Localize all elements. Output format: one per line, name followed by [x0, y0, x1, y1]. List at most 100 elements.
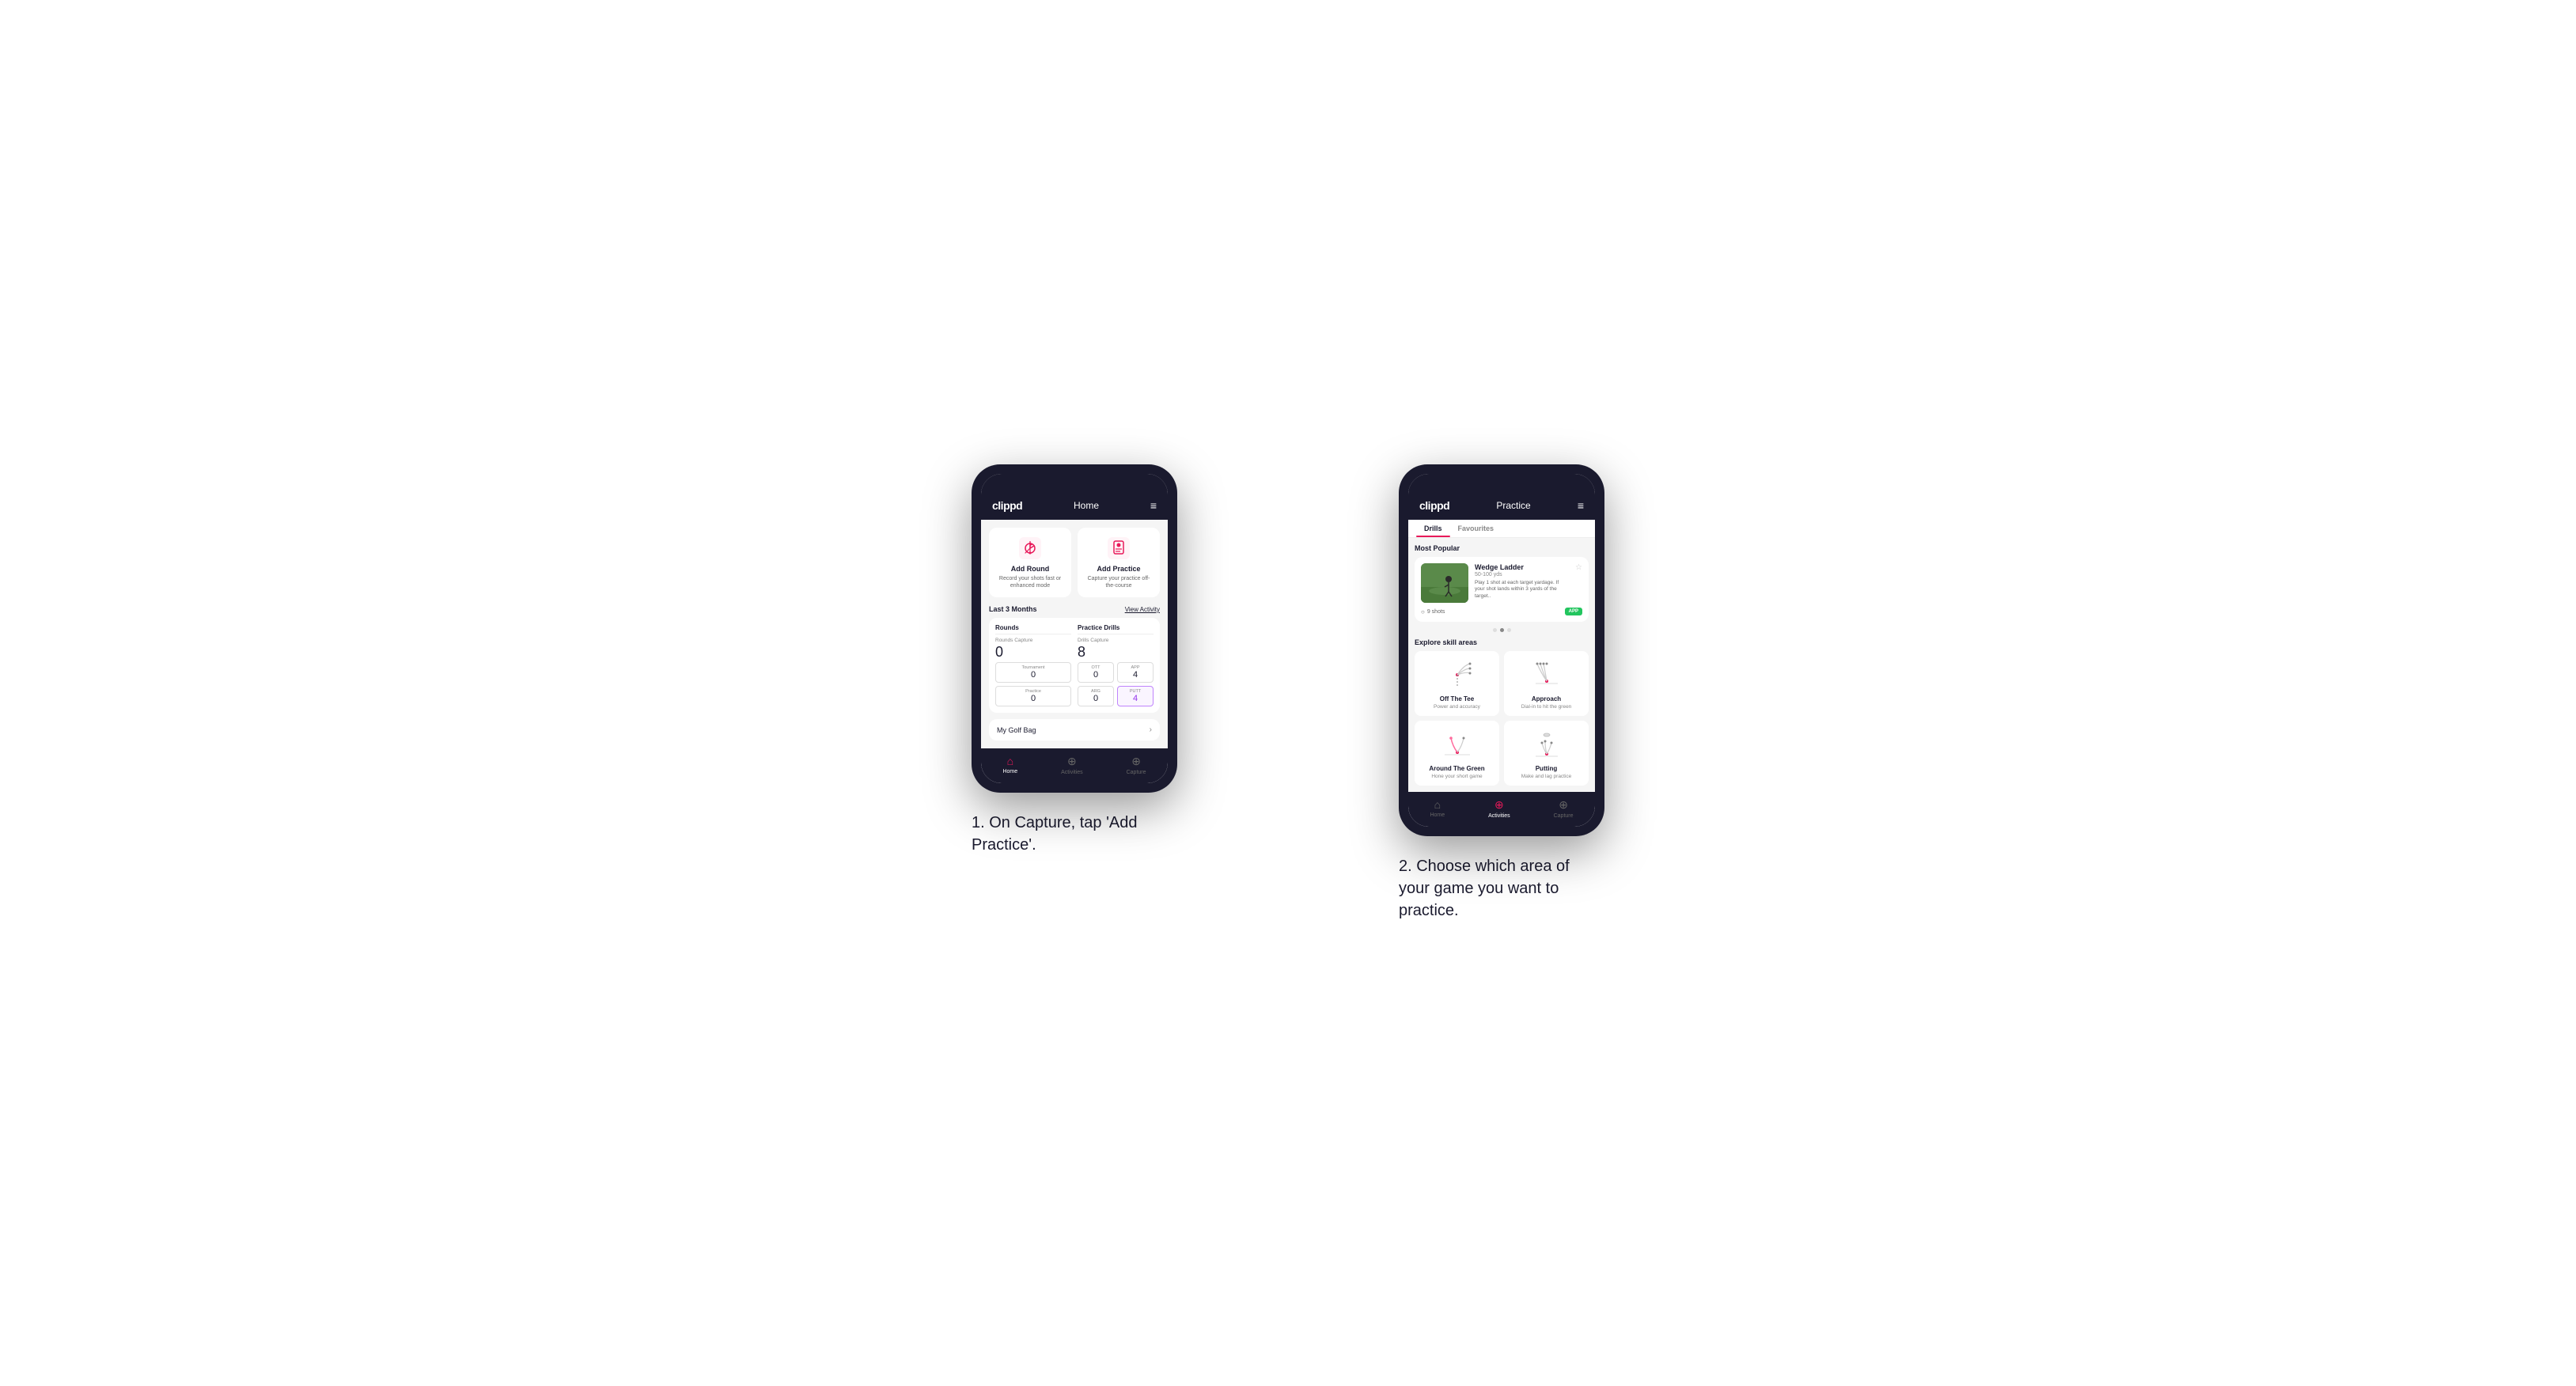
ott-icon — [1440, 657, 1475, 692]
nav-home-2[interactable]: ⌂ Home — [1430, 798, 1445, 819]
star-icon[interactable]: ☆ — [1575, 563, 1582, 572]
drills-title: Practice Drills — [1078, 624, 1154, 634]
rounds-capture-label: Rounds Capture — [995, 638, 1071, 643]
stats-section-header: Last 3 Months View Activity — [989, 605, 1160, 613]
add-practice-title: Add Practice — [1097, 565, 1140, 573]
phone-section-2: clippd Practice ≡ Drills Favourites Most… — [1320, 464, 1684, 922]
activities-icon-2: ⊕ — [1494, 798, 1504, 812]
putt-value: 4 — [1121, 694, 1150, 703]
ott-title: Off The Tee — [1440, 695, 1474, 702]
nav-home-1[interactable]: ⌂ Home — [1002, 755, 1017, 775]
featured-drill-card[interactable]: Wedge Ladder 50-100 yds Play 1 shot at e… — [1415, 557, 1589, 622]
putt-box: PUTT 4 — [1117, 686, 1154, 706]
hamburger-icon-1[interactable]: ≡ — [1150, 499, 1157, 512]
phone-1: clippd Home ≡ — [972, 464, 1177, 793]
arg-subtitle: Hone your short game — [1431, 774, 1482, 779]
drill-info: Wedge Ladder 50-100 yds Play 1 shot at e… — [1475, 563, 1569, 603]
nav-capture-1[interactable]: ⊕ Capture — [1127, 755, 1146, 775]
arg-value: 0 — [1082, 694, 1110, 703]
rounds-sub-stats: Tournament 0 Practice 0 — [995, 662, 1071, 706]
arg-icon — [1440, 727, 1475, 762]
app-header-title-1: Home — [1074, 500, 1099, 511]
view-activity-link[interactable]: View Activity — [1125, 606, 1160, 613]
skill-card-ott[interactable]: Off The Tee Power and accuracy — [1415, 651, 1499, 716]
skill-card-putting[interactable]: Putting Make and lag practice — [1504, 721, 1589, 786]
phone-2-screen: clippd Practice ≡ Drills Favourites Most… — [1408, 474, 1595, 827]
dots-indicator — [1415, 628, 1589, 632]
explore-label: Explore skill areas — [1415, 638, 1589, 646]
practice-screen: Most Popular — [1408, 538, 1595, 792]
skill-card-approach[interactable]: Approach Dial-in to hit the green — [1504, 651, 1589, 716]
putting-title: Putting — [1536, 765, 1558, 772]
status-bar-1 — [981, 474, 1168, 493]
ott-value: 0 — [1082, 670, 1110, 680]
drills-capture-value: 8 — [1078, 645, 1154, 659]
practice-box: Practice 0 — [995, 686, 1071, 706]
add-round-card[interactable]: Add Round Record your shots fast or enha… — [989, 528, 1071, 597]
ott-app-row: OTT 0 APP 4 — [1078, 662, 1154, 683]
tournament-value: 0 — [999, 670, 1067, 680]
arg-title: Around The Green — [1429, 765, 1484, 772]
arg-box: ARG 0 — [1078, 686, 1114, 706]
add-practice-subtitle: Capture your practice off-the-course — [1084, 575, 1154, 589]
add-practice-card[interactable]: Add Practice Capture your practice off-t… — [1078, 528, 1160, 597]
nav-capture-2[interactable]: ⊕ Capture — [1554, 798, 1574, 819]
rounds-capture-value: 0 — [995, 645, 1071, 659]
putting-subtitle: Make and lag practice — [1521, 774, 1572, 779]
tab-drills[interactable]: Drills — [1416, 520, 1450, 537]
nav-activities-1[interactable]: ⊕ Activities — [1061, 755, 1083, 775]
capture-icon-2: ⊕ — [1559, 798, 1568, 812]
most-popular-label: Most Popular — [1415, 544, 1589, 552]
arg-putt-row: ARG 0 PUTT 4 — [1078, 686, 1154, 706]
capture-icon-1: ⊕ — [1131, 755, 1141, 768]
add-round-subtitle: Record your shots fast or enhanced mode — [995, 575, 1065, 589]
app-value: 4 — [1121, 670, 1150, 680]
shots-count: 9 shots — [1427, 609, 1445, 615]
shots-info: ○ 9 shots — [1421, 608, 1445, 615]
dot-1 — [1493, 628, 1497, 632]
drill-title: Wedge Ladder — [1475, 563, 1569, 571]
drills-col: Practice Drills Drills Capture 8 OTT 0 — [1078, 624, 1154, 706]
approach-subtitle: Dial-in to hit the green — [1521, 704, 1572, 710]
stats-grid: Rounds Rounds Capture 0 Tournament 0 — [995, 624, 1154, 706]
chevron-right-icon: › — [1150, 725, 1152, 734]
activities-icon-1: ⊕ — [1067, 755, 1077, 768]
skill-grid: Off The Tee Power and accuracy — [1415, 651, 1589, 786]
app-box: APP 4 — [1117, 662, 1154, 683]
approach-icon — [1529, 657, 1564, 692]
app-logo-2: clippd — [1419, 499, 1449, 512]
page-wrapper: clippd Home ≡ — [892, 464, 1684, 922]
caption-2: 2. Choose which area of your game you wa… — [1399, 855, 1604, 922]
stats-period: Last 3 Months — [989, 605, 1037, 613]
tournament-row: Tournament 0 — [995, 662, 1071, 683]
tab-favourites[interactable]: Favourites — [1450, 520, 1502, 537]
drills-sub-stats: OTT 0 APP 4 — [1078, 662, 1154, 706]
drills-capture-label: Drills Capture — [1078, 638, 1154, 643]
add-practice-icon — [1106, 536, 1131, 561]
golf-bag-row[interactable]: My Golf Bag › — [989, 719, 1160, 740]
clock-icon: ○ — [1421, 608, 1425, 615]
ott-subtitle: Power and accuracy — [1434, 704, 1480, 710]
drill-yardage: 50-100 yds — [1475, 572, 1569, 578]
drill-description: Play 1 shot at each target yardage. If y… — [1475, 580, 1569, 600]
featured-card-footer: ○ 9 shots APP — [1421, 608, 1582, 615]
caption-1: 1. On Capture, tap 'Add Practice'. — [972, 812, 1177, 856]
status-bar-2 — [1408, 474, 1595, 493]
featured-card-inner: Wedge Ladder 50-100 yds Play 1 shot at e… — [1421, 563, 1582, 603]
dot-2 — [1500, 628, 1504, 632]
practice-row: Practice 0 — [995, 686, 1071, 706]
hamburger-icon-2[interactable]: ≡ — [1578, 499, 1584, 512]
home-icon-2: ⌂ — [1434, 798, 1441, 811]
nav-activities-2[interactable]: ⊕ Activities — [1488, 798, 1510, 819]
dot-3 — [1507, 628, 1511, 632]
home-label-1: Home — [1002, 769, 1017, 774]
skill-card-arg[interactable]: Around The Green Hone your short game — [1415, 721, 1499, 786]
putting-icon — [1529, 727, 1564, 762]
app-logo-1: clippd — [992, 499, 1022, 512]
phone-1-screen: clippd Home ≡ — [981, 474, 1168, 783]
capture-label-2: Capture — [1554, 813, 1574, 819]
add-round-icon — [1017, 536, 1043, 561]
activities-label-1: Activities — [1061, 770, 1083, 775]
practice-value: 0 — [999, 694, 1067, 703]
app-badge: APP — [1565, 608, 1582, 615]
